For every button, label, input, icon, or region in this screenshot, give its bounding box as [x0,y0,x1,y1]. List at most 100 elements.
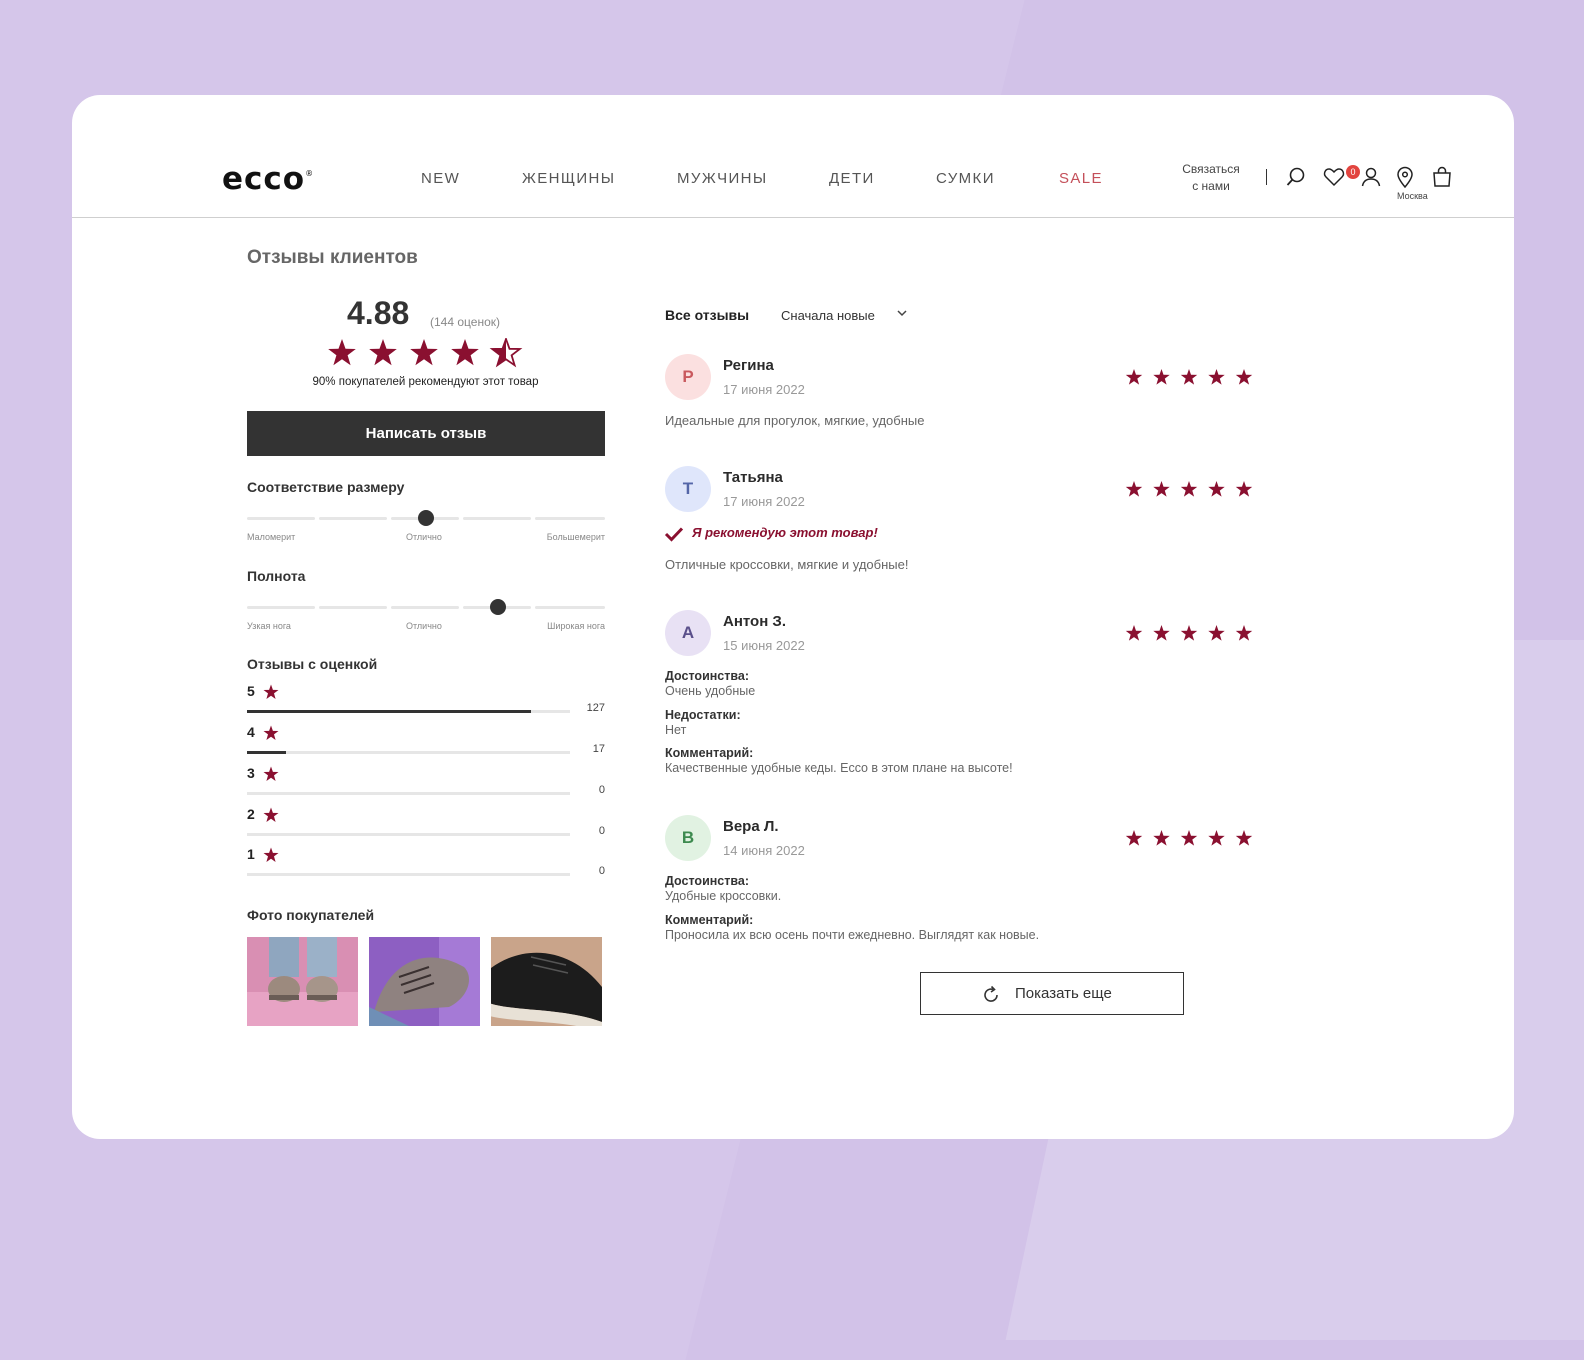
distribution-bar [247,792,570,795]
star-icon [1125,481,1143,497]
photos-title: Фото покупателей [247,907,375,923]
star-icon [1153,830,1170,846]
distribution-bar [247,710,570,713]
cons-text: Нет [665,723,687,737]
filter-all-reviews[interactable]: Все отзывы [665,307,749,323]
width-label-wide: Широкая нога [547,621,605,631]
star-icon [1180,830,1198,846]
customer-photo[interactable] [491,937,602,1026]
contact-line-2: с нами [1192,179,1230,193]
distribution-count: 127 [586,702,605,714]
scale-segment [535,606,605,609]
contact-link[interactable]: Связаться с нами [1176,161,1246,195]
nav-new[interactable]: NEW [421,170,460,187]
shopping-bag-icon[interactable] [1430,165,1454,189]
pros-label: Достоинства: [665,669,750,683]
nav-bags[interactable]: СУМКИ [936,170,995,187]
star-icon [263,847,279,862]
distribution-stars: 3 [247,765,255,781]
search-icon[interactable] [1284,165,1308,189]
show-more-button[interactable]: Показать еще [920,972,1184,1015]
star-icon [369,339,397,366]
refresh-icon [984,985,998,1002]
user-icon[interactable] [1359,165,1383,189]
comment-label: Комментарий: [665,913,754,927]
review-date: 17 июня 2022 [723,382,805,397]
distribution-bar-fill [247,751,286,754]
scale-segment [247,606,315,609]
width-label-narrow: Узкая нога [247,621,291,631]
comment-text: Качественные удобные кеды. Ecco в этом п… [665,761,1013,775]
width-label-ok: Отлично [406,621,442,631]
reviewer-name: Вера Л. [723,818,779,835]
checkmark-icon [664,527,684,542]
customer-photo[interactable] [369,937,480,1026]
fit-label-ok: Отлично [406,532,442,542]
review-stars [1125,625,1253,641]
star-icon [1235,625,1253,641]
review-text: Отличные кроссовки, мягкие и удобные! [665,557,909,572]
scale-segment [535,517,605,520]
star-icon [1208,369,1225,385]
distribution-count: 0 [598,825,605,837]
chevron-down-icon[interactable] [895,306,909,320]
distribution-bar-fill [247,710,532,713]
review-text: Идеальные для прогулок, мягкие, удобные [665,413,925,428]
star-icon [1208,625,1225,641]
rating-count: (144 оценок) [430,315,500,329]
ecco-logo[interactable]: ecco® [222,161,314,197]
star-icon [1125,625,1143,641]
page-title: Отзывы клиентов [247,247,418,268]
avatar: А [665,610,711,656]
review-date: 14 июня 2022 [723,843,805,858]
contact-line-1: Связаться [1182,162,1240,176]
recommend-badge: Я рекомендую этот товар! [692,525,878,540]
star-icon [263,725,279,740]
distribution-stars: 2 [247,806,255,822]
customer-photo[interactable] [247,937,358,1026]
star-icon [1180,481,1198,497]
review-date: 17 июня 2022 [723,494,805,509]
distribution-count: 0 [598,784,605,796]
star-icon [1208,481,1225,497]
star-icon [263,766,279,781]
heart-icon[interactable] [1322,165,1346,189]
scale-segment [463,517,531,520]
review-stars [1125,481,1253,497]
nav-sale[interactable]: SALE [1059,170,1103,187]
pros-text: Очень удобные [665,684,756,698]
nav-men[interactable]: МУЖЧИНЫ [677,170,768,187]
city-label[interactable]: Москва [1397,191,1428,201]
cons-label: Недостатки: [665,708,741,722]
location-pin-icon[interactable] [1393,165,1417,189]
star-icon [1235,369,1253,385]
pros-text: Удобные кроссовки. [665,889,782,903]
star-icon [1125,830,1143,846]
reviewer-name: Регина [723,357,774,374]
average-rating: 4.88 [347,295,410,331]
avatar: Р [665,354,711,400]
average-rating-stars [328,338,521,367]
distribution-title: Отзывы с оценкой [247,656,378,672]
star-icon [263,807,279,822]
width-title: Полнота [247,568,306,584]
write-review-button[interactable]: Написать отзыв [247,411,605,456]
distribution-stars: 1 [247,846,255,862]
reviewer-name: Татьяна [723,469,783,486]
scale-segment [247,517,315,520]
distribution-stars: 4 [247,724,255,740]
star-icon [1208,830,1225,846]
sort-select[interactable]: Сначала новые [781,308,875,323]
review-stars [1125,830,1253,846]
star-icon [1125,369,1143,385]
nav-kids[interactable]: ДЕТИ [829,170,875,187]
nav-women[interactable]: ЖЕНЩИНЫ [522,170,615,187]
star-icon [263,684,279,699]
star-icon [328,339,356,366]
scale-segment [391,606,459,609]
avatar: В [665,815,711,861]
star-icon [1153,625,1170,641]
header-divider [1266,169,1267,185]
distribution-bar [247,833,570,836]
scale-segment [319,517,387,520]
